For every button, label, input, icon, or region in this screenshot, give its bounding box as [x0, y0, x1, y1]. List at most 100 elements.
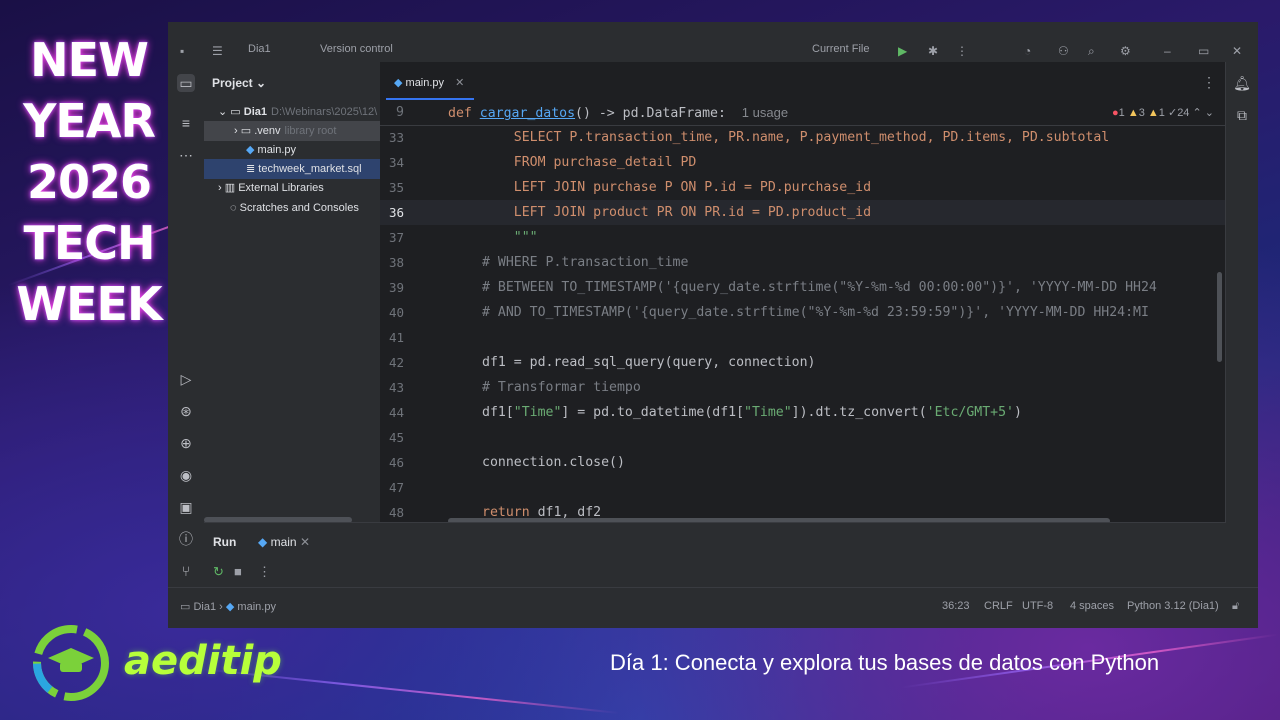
chevron-down-icon[interactable]: ⌄ [1205, 107, 1214, 119]
code-text: # WHERE P.transaction_time [482, 250, 688, 275]
usage-hint[interactable]: 1 usage [742, 105, 788, 120]
python-packages-icon[interactable]: ⊛ [177, 402, 195, 420]
line-number: 41 [388, 330, 404, 345]
tab-main-py[interactable]: ◆ main.py ✕ [386, 70, 475, 100]
tree-item-root[interactable]: ⌄ ▭ Dia1 D:\Webinars\2025\12\ [204, 102, 394, 122]
code-text: df1 = pd.read_sql_query(query, connectio… [482, 350, 815, 375]
code-line[interactable]: 35 LEFT JOIN purchase P ON P.id = PD.pur… [380, 175, 1226, 200]
more-run-options-icon[interactable]: ⋮ [258, 564, 271, 580]
maximize-icon[interactable]: ▭ [1198, 44, 1210, 58]
line-number: 34 [388, 155, 404, 170]
profile-icon[interactable]: ◔ [1024, 44, 1036, 58]
close-icon[interactable]: ✕ [1232, 44, 1244, 58]
sticky-function-header[interactable]: 9 def cargar_datos() -> pd.DataFrame: 1 … [380, 100, 1226, 126]
structure-tool-icon[interactable]: ≡ [177, 114, 195, 132]
line-number: 40 [388, 305, 404, 320]
stop-icon[interactable]: ■ [234, 564, 242, 579]
tree-item-scratches[interactable]: ◌ Scratches and Consoles [204, 198, 406, 218]
code-line[interactable]: 36 LEFT JOIN product PR ON PR.id = PD.pr… [380, 200, 1226, 225]
search-icon[interactable]: ⌕ [1088, 44, 1100, 58]
code-line[interactable]: 40 # AND TO_TIMESTAMP('{query_date.strfti… [380, 300, 1226, 325]
terminal-icon[interactable]: ▣ [177, 498, 195, 516]
run-tab-main[interactable]: ◆ main ✕ [258, 535, 310, 549]
app-icon: ▪ [180, 44, 185, 58]
code-line[interactable]: 38 # WHERE P.transaction_time [380, 250, 1226, 275]
line-number: 9 [396, 105, 404, 120]
run-tool-icon[interactable]: ▷ [177, 370, 195, 388]
code-text: """ [482, 225, 538, 250]
more-tools-icon[interactable]: ⋯ [177, 146, 195, 164]
code-line[interactable]: 39 # BETWEEN TO_TIMESTAMP('{query_date.st… [380, 275, 1226, 300]
run-config-selector[interactable]: Current File [812, 43, 869, 55]
more-actions-icon[interactable]: ⋮ [956, 44, 968, 58]
brand-name: aeditip [124, 638, 282, 684]
code-token: connection.close() [482, 455, 625, 470]
python-console-icon[interactable]: ⊕ [177, 434, 195, 452]
code-token: # AND TO_TIMESTAMP('{query_date.strftime… [482, 305, 1149, 320]
notifications-icon[interactable]: 🔔︎ [1233, 74, 1251, 92]
title-bar: ▪ ☰ Dia1 Version control Current File ▶ … [168, 22, 1258, 62]
line-number: 48 [388, 505, 404, 520]
folder-icon: ▭ [180, 601, 191, 613]
code-text: # BETWEEN TO_TIMESTAMP('{query_date.strf… [482, 275, 1157, 300]
run-tab-label: main [270, 535, 297, 549]
code-line[interactable]: 34 FROM purchase_detail PD [380, 150, 1226, 175]
lock-icon[interactable]: 🔓︎ [1232, 600, 1239, 613]
debug-icon[interactable]: ✱ [928, 44, 940, 58]
code-line[interactable]: 45 [380, 425, 1226, 450]
line-separator[interactable]: CRLF [984, 600, 1013, 612]
python-interpreter[interactable]: Python 3.12 (Dia1) [1127, 600, 1219, 612]
chevron-down-icon: ⌄ [218, 106, 228, 118]
project-selector[interactable]: Dia1 [248, 43, 271, 55]
code-with-me-icon[interactable]: ⚇ [1058, 44, 1070, 58]
code-line[interactable]: 37 """ [380, 225, 1226, 250]
code-text: # Transformar tiempo [482, 375, 641, 400]
code-token: "Time" [513, 405, 562, 420]
inspection-widget[interactable]: ●1 ▲3 ▲1 ✓24 ⌃ ⌄ [1112, 106, 1214, 119]
code-token: 'Etc/GMT+5' [926, 405, 1014, 420]
breadcrumb[interactable]: ▭ Dia1 › ◆ main.py [180, 600, 276, 613]
tree-item-label: techweek_market.sql [258, 163, 362, 175]
code-editor[interactable]: ◆ main.py ✕ ⋮ 9 def cargar_datos() -> pd… [380, 62, 1226, 524]
rerun-icon[interactable]: ↻ [213, 564, 224, 580]
vcs-widget[interactable]: Version control [320, 43, 393, 55]
code-area[interactable]: 33 SELECT P.transaction_time, PR.name, P… [380, 125, 1226, 522]
main-menu-icon[interactable]: ☰ [212, 44, 224, 58]
chevron-up-icon[interactable]: ⌃ [1193, 107, 1202, 119]
settings-icon[interactable]: ⚙ [1120, 44, 1132, 58]
typo-count: 24 [1177, 107, 1190, 119]
promo-line: 2026 [26, 155, 152, 209]
code-line[interactable]: 47 [380, 475, 1226, 500]
run-panel: Run ◆ main ✕ ↻ ■ ⋮ [204, 522, 1226, 589]
services-icon[interactable]: ◉ [177, 466, 195, 484]
file-encoding[interactable]: UTF-8 [1022, 600, 1053, 612]
tab-label: main.py [405, 77, 445, 89]
indent-setting[interactable]: 4 spaces [1070, 600, 1114, 612]
close-tab-icon[interactable]: ✕ [455, 77, 464, 89]
close-tab-icon[interactable]: ✕ [300, 535, 310, 549]
code-line[interactable]: 42 df1 = pd.read_sql_query(query, connect… [380, 350, 1226, 375]
code-token: "Time" [744, 405, 792, 420]
editor-vertical-scrollbar[interactable] [1217, 272, 1222, 362]
caret-position[interactable]: 36:23 [942, 600, 970, 612]
error-count: 1 [1118, 107, 1125, 119]
code-text: LEFT JOIN purchase P ON P.id = PD.purcha… [482, 175, 871, 200]
git-icon[interactable]: ⑂ [177, 562, 195, 580]
code-line[interactable]: 41 [380, 325, 1226, 350]
folder-icon: ▭ [230, 106, 241, 118]
project-tool-icon[interactable]: ▭ [177, 74, 195, 92]
code-line[interactable]: 43 # Transformar tiempo [380, 375, 1226, 400]
run-icon[interactable]: ▶ [898, 44, 910, 58]
editor-tabs: ◆ main.py ✕ ⋮ [380, 62, 1226, 101]
minimize-icon[interactable]: – [1164, 44, 1176, 58]
code-line[interactable]: 46 connection.close() [380, 450, 1226, 475]
warning-count: 3 [1138, 107, 1145, 119]
project-panel-header[interactable]: Project ⌄ [212, 76, 266, 90]
problems-icon[interactable]: ⓘ [177, 530, 195, 548]
tree-item-external-libraries[interactable]: › ▥ External Libraries [204, 178, 394, 198]
weak-warning-count: 1 [1158, 107, 1165, 119]
ai-assistant-icon[interactable]: ⧉ [1233, 106, 1251, 124]
code-line[interactable]: 33 SELECT P.transaction_time, PR.name, P… [380, 125, 1226, 150]
tab-options-icon[interactable]: ⋮ [1202, 74, 1216, 91]
code-line[interactable]: 44 df1["Time"] = pd.to_datetime(df1["Time… [380, 400, 1226, 425]
